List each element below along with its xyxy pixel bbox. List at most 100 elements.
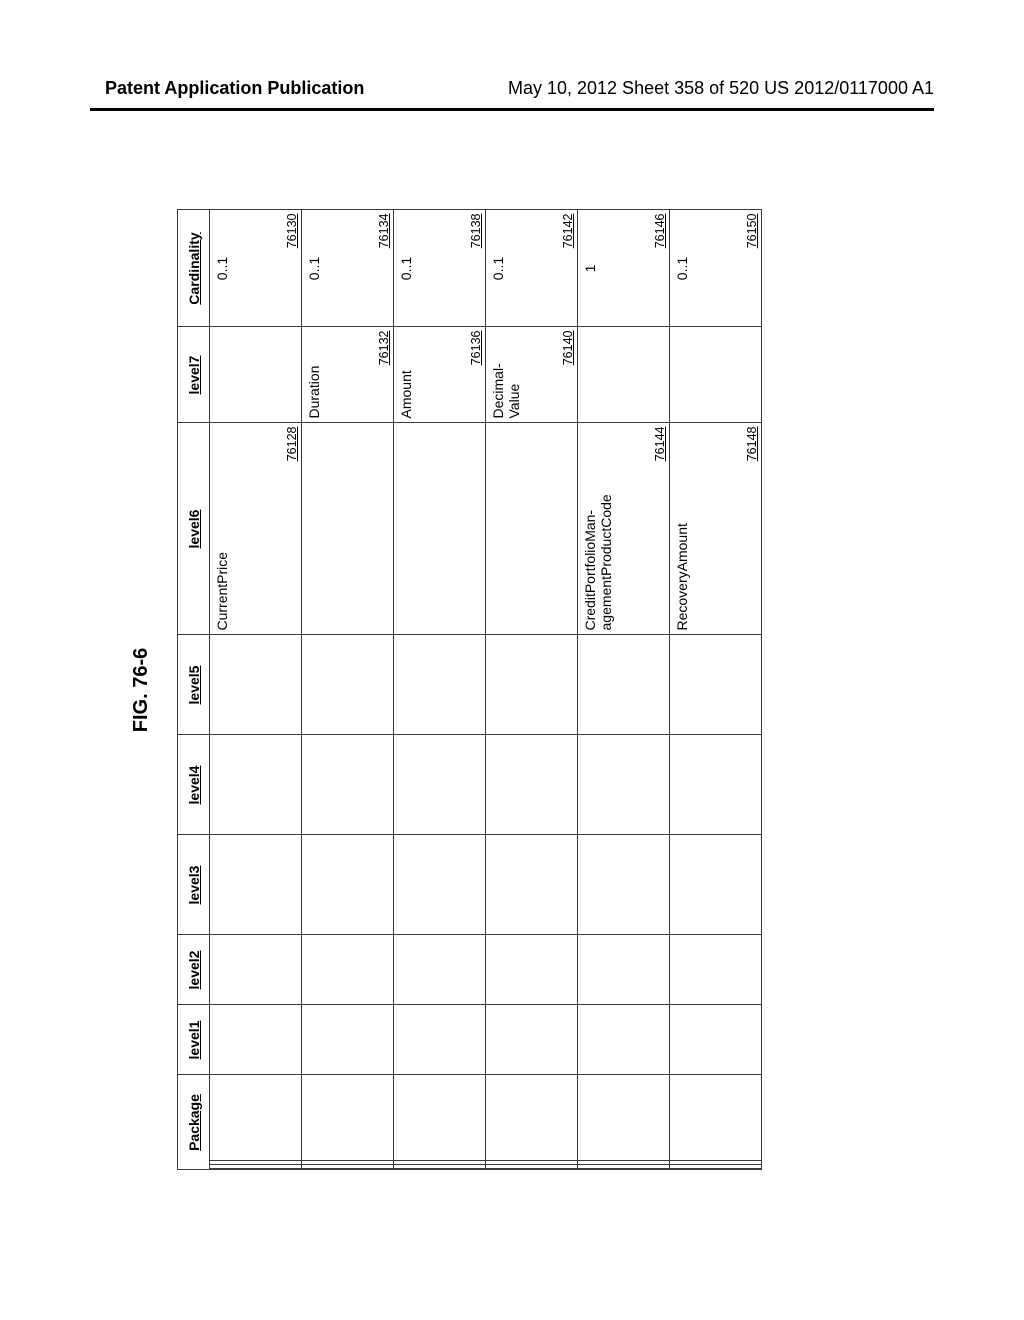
cell-package [302,1075,394,1170]
cell-cardinality: 0..1 76138 [394,210,486,327]
col-cardinality: Cardinality [178,210,210,327]
cell-card-ref: 76130 [285,214,299,249]
cell-level3 [210,835,302,935]
cell-level6 [486,423,578,635]
cell-level7-ref: 76132 [377,331,391,366]
table-row: Amount 76136 0..1 76138 [394,210,486,1170]
cell-card-ref: 76138 [469,214,483,249]
cell-level5 [302,635,394,735]
cell-level1 [394,1005,486,1075]
cell-level5 [210,635,302,735]
cell-card-text: 0..1 [306,211,322,327]
data-table: Package level1 level2 level3 level4 leve… [177,210,762,1171]
cell-level7 [578,327,670,423]
cell-level7 [670,327,762,423]
cell-level1 [210,1005,302,1075]
cell-card-ref: 76142 [561,214,575,249]
cell-package [578,1075,670,1170]
cell-level1 [486,1005,578,1075]
table-row: CurrentPrice 76128 0..1 76130 [210,210,302,1170]
cell-level6-text: RecoveryAmount [674,428,690,631]
col-level5: level5 [178,635,210,735]
cell-level3 [486,835,578,935]
col-level4: level4 [178,735,210,835]
cell-level7-text: Duration [306,332,322,419]
cell-card-ref: 76146 [653,214,667,249]
cell-level6 [302,423,394,635]
cell-level4 [670,735,762,835]
cell-level2 [578,935,670,1005]
cell-level7-ref: 76136 [469,331,483,366]
col-level7: level7 [178,327,210,423]
figure-stage: FIG. 76-6 Package level1 level2 level3 l… [130,190,890,1190]
cell-card-text: 0..1 [490,211,506,327]
cell-level5 [486,635,578,735]
cell-level6 [394,423,486,635]
cell-card-text: 0..1 [398,211,414,327]
cell-level7 [210,327,302,423]
cell-level5 [578,635,670,735]
cell-package [486,1075,578,1170]
cell-level3 [302,835,394,935]
cell-level6-text: CurrentPrice [214,428,230,631]
cell-level1 [578,1005,670,1075]
table-header-row: Package level1 level2 level3 level4 leve… [178,210,210,1170]
cell-level6: RecoveryAmount 76148 [670,423,762,635]
cell-cardinality: 0..1 76150 [670,210,762,327]
col-package: Package [178,1075,210,1170]
cell-package [394,1075,486,1170]
cell-level2 [486,935,578,1005]
cell-level5 [670,635,762,735]
cell-package [210,1075,302,1170]
table-body: CurrentPrice 76128 0..1 76130 [210,210,762,1170]
cell-level7-text: Decimal-Value [490,332,522,419]
cell-level3 [578,835,670,935]
header-right: May 10, 2012 Sheet 358 of 520 US 2012/01… [508,78,934,99]
cell-level4 [486,735,578,835]
table-row: RecoveryAmount 76148 0..1 76150 [670,210,762,1170]
cell-level1 [302,1005,394,1075]
cell-level7: Duration 76132 [302,327,394,423]
cell-cardinality: 0..1 76130 [210,210,302,327]
cell-level6-ref: 76144 [653,427,667,462]
cell-card-text: 1 [582,211,598,327]
cell-cardinality: 0..1 76142 [486,210,578,327]
cell-level7-ref: 76140 [561,331,575,366]
table-row: Duration 76132 0..1 76134 [302,210,394,1170]
col-level2: level2 [178,935,210,1005]
page: Patent Application Publication May 10, 2… [0,0,1024,1320]
table-row: CreditPortfolioMan-agementProductCode 76… [578,210,670,1170]
cell-level3 [670,835,762,935]
cell-level4 [394,735,486,835]
header-left: Patent Application Publication [105,78,364,99]
cell-level6: CurrentPrice 76128 [210,423,302,635]
table-row: Decimal-Value 76140 0..1 76142 [486,210,578,1170]
cell-level4 [578,735,670,835]
cell-level6: CreditPortfolioMan-agementProductCode 76… [578,423,670,635]
col-level6: level6 [178,423,210,635]
cell-level7: Amount 76136 [394,327,486,423]
cell-card-ref: 76134 [377,214,391,249]
page-header: Patent Application Publication May 10, 2… [0,78,1024,105]
cell-level3 [394,835,486,935]
cell-level1 [670,1005,762,1075]
cell-level6-text: CreditPortfolioMan-agementProductCode [582,428,614,631]
cell-cardinality: 0..1 76134 [302,210,394,327]
cell-package [670,1075,762,1170]
cell-card-ref: 76150 [745,214,759,249]
cell-level5 [394,635,486,735]
cell-level6-ref: 76128 [285,427,299,462]
col-level3: level3 [178,835,210,935]
cell-level2 [210,935,302,1005]
cell-level7-text: Amount [398,332,414,419]
cell-cardinality: 1 76146 [578,210,670,327]
cell-level4 [210,735,302,835]
cell-level6-ref: 76148 [745,427,759,462]
cell-level2 [670,935,762,1005]
cell-level2 [394,935,486,1005]
header-rule [90,108,934,111]
cell-level7: Decimal-Value 76140 [486,327,578,423]
figure-label: FIG. 76-6 [130,648,153,732]
cell-level2 [302,935,394,1005]
figure-rotated: FIG. 76-6 Package level1 level2 level3 l… [130,190,890,1190]
